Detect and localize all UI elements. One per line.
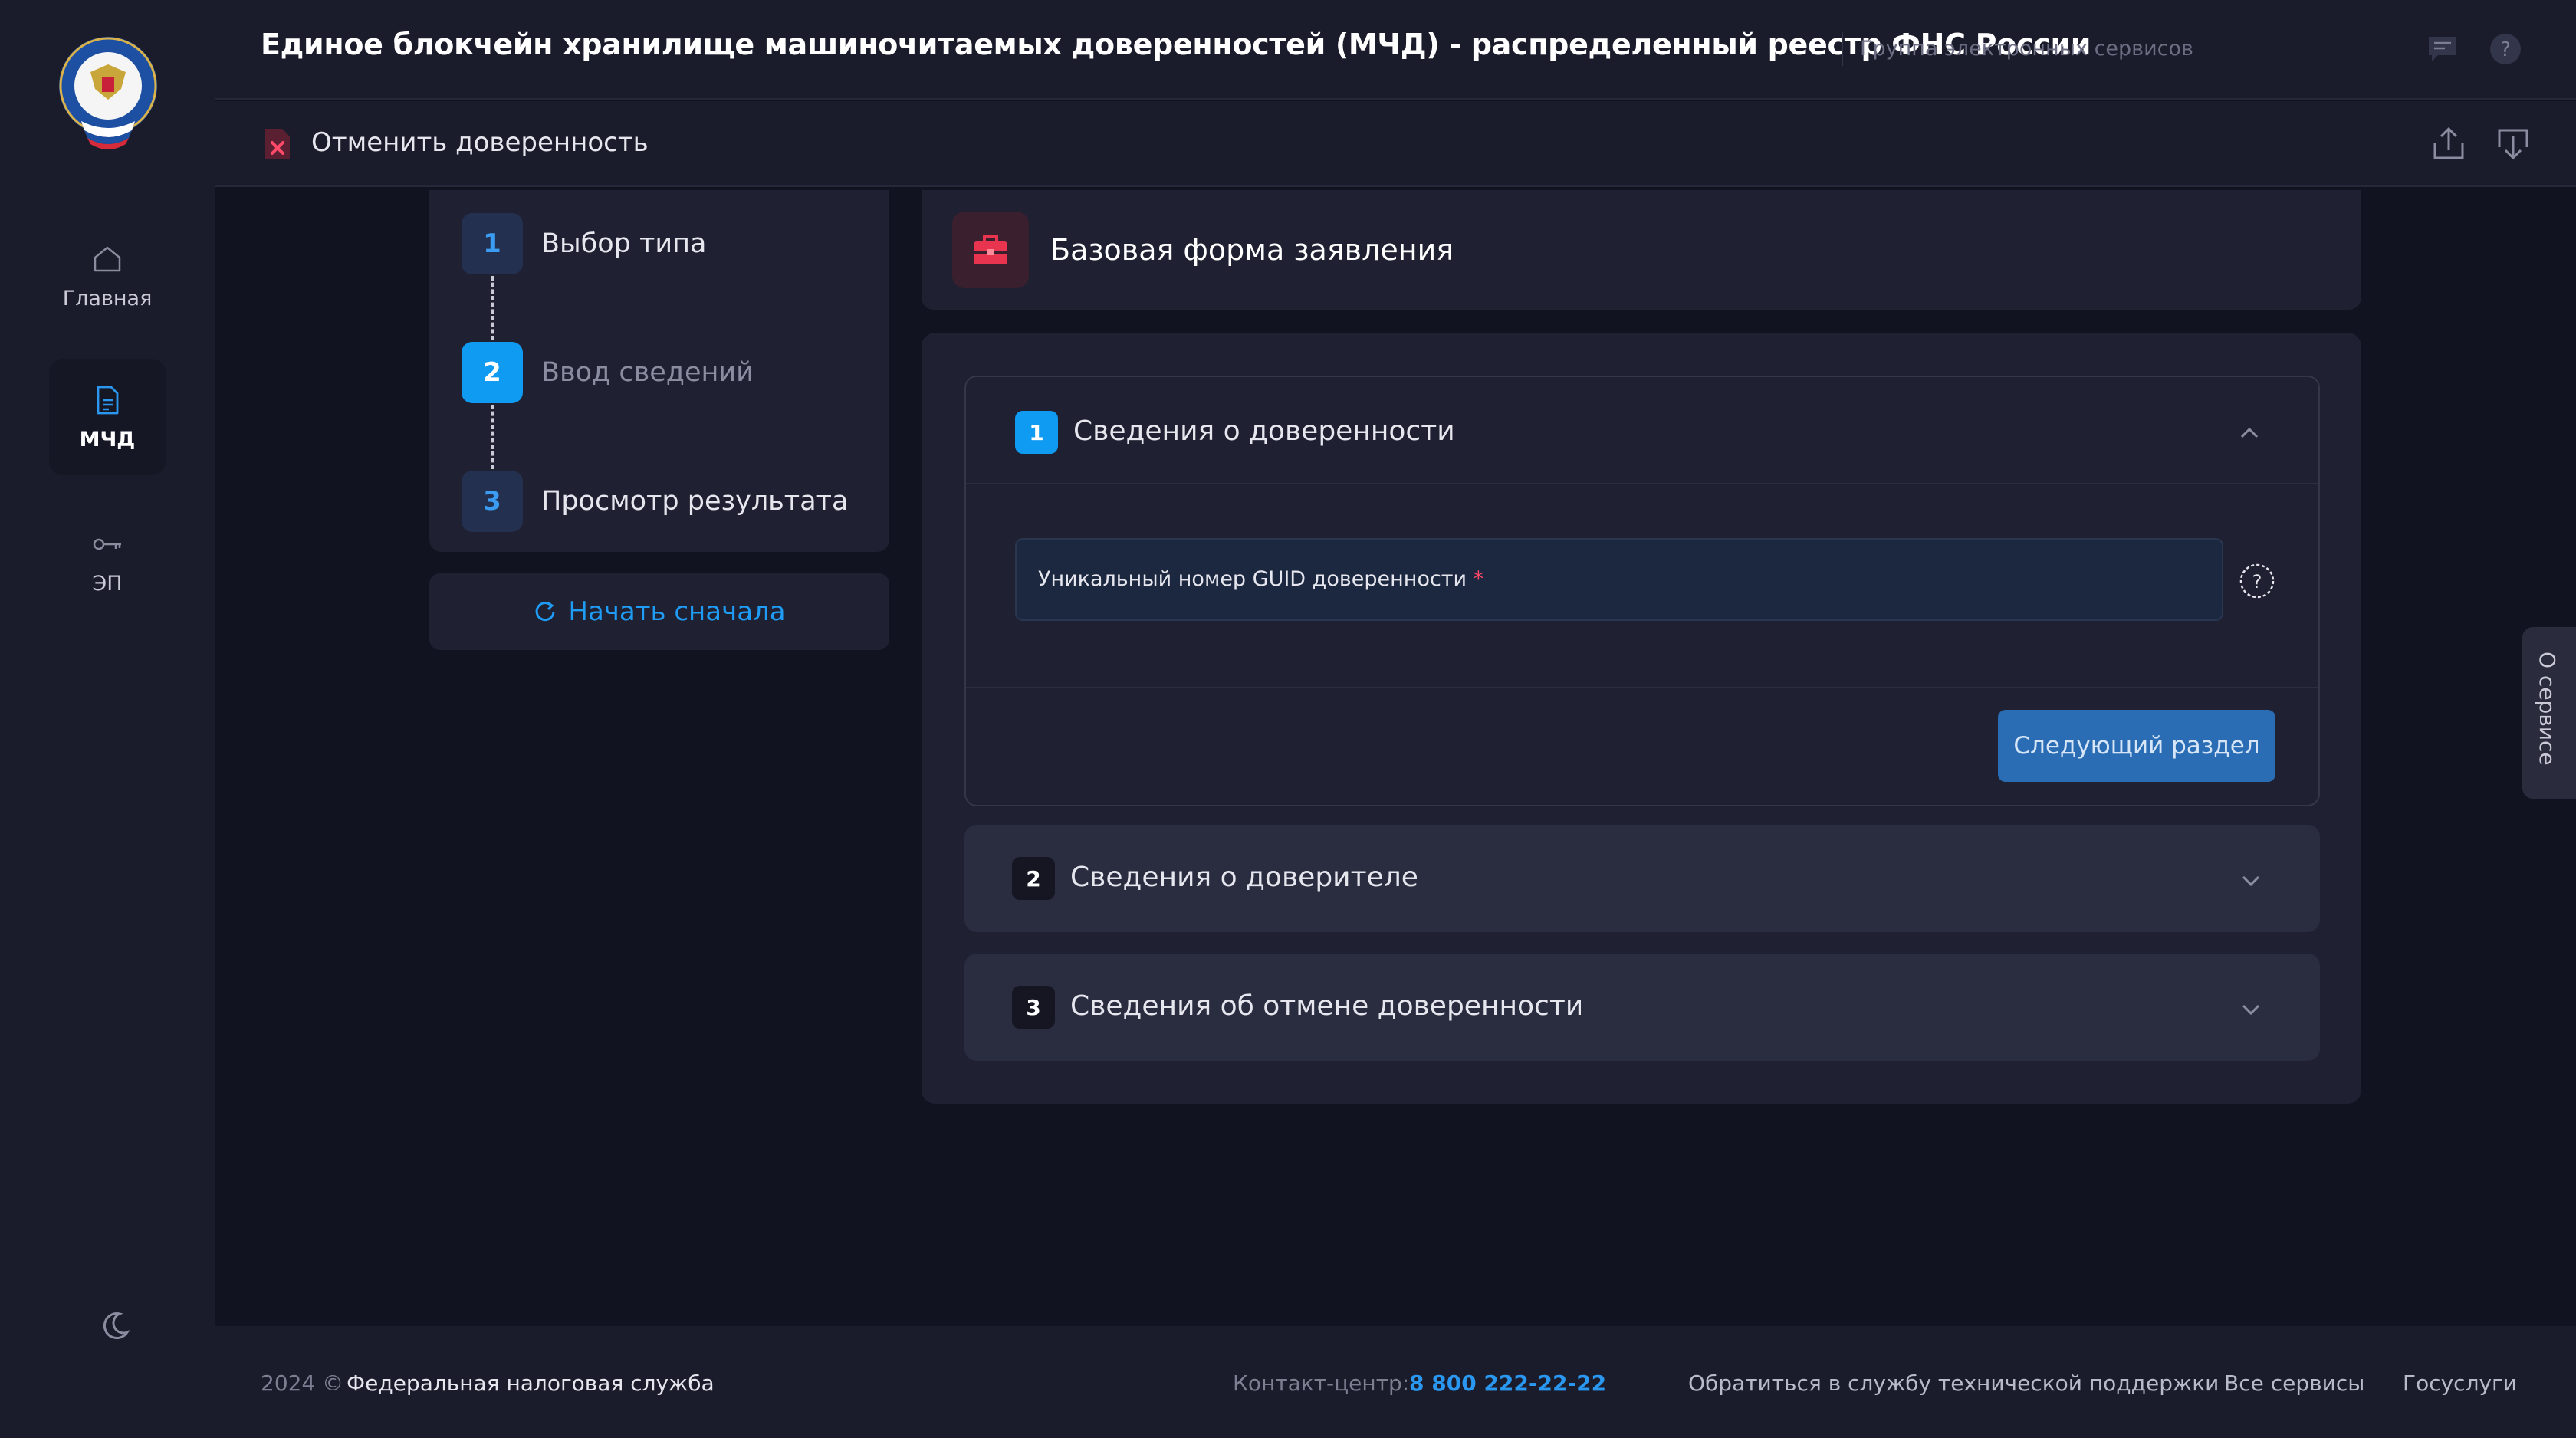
section-title: Сведения о доверенности [1073, 415, 1455, 447]
contact-label: Контакт-центр: [1233, 1371, 1410, 1396]
all-services-link[interactable]: Все сервисы [2224, 1371, 2364, 1396]
home-icon [94, 246, 121, 271]
restart-label: Начать сначала [568, 596, 786, 627]
section-number: 3 [1012, 986, 1055, 1029]
download-icon[interactable] [2493, 124, 2533, 164]
gosuslugi-link[interactable]: Госуслуги [2403, 1371, 2517, 1396]
step-connector [491, 405, 494, 469]
footer: 2024 © Федеральная налоговая служба Конт… [215, 1326, 2576, 1438]
about-service-label: О сервисе [2535, 652, 2560, 766]
page-title: Единое блокчейн хранилище машиночитаемых… [261, 28, 2091, 61]
cancel-document-icon [265, 129, 290, 159]
nav-item-label: Главная [62, 286, 153, 310]
fns-logo[interactable] [55, 35, 161, 149]
svg-text:?: ? [2252, 571, 2262, 593]
form-body: 1 Сведения о доверенности Уникальный ном… [922, 333, 2361, 1104]
header-subtitle[interactable]: Группа электронных сервисов [1860, 37, 2193, 61]
footer-year: 2024 © [261, 1371, 344, 1396]
chevron-up-icon[interactable] [2234, 417, 2265, 448]
step-1[interactable]: 1 Выбор типа [462, 213, 706, 274]
briefcase-icon [974, 235, 1007, 264]
step-number: 1 [462, 213, 523, 274]
about-service-tab[interactable]: О сервисе [2522, 627, 2576, 799]
toolbar-title: Отменить доверенность [311, 127, 649, 158]
page-toolbar: Отменить доверенность [215, 101, 2576, 187]
step-connector [491, 276, 494, 340]
contact-phone-link[interactable]: 8 800 222-22-22 [1409, 1371, 1606, 1396]
footer-org: Федеральная налоговая служба [347, 1371, 715, 1396]
theme-moon-icon[interactable] [97, 1308, 133, 1344]
section-principal-details[interactable]: 2 Сведения о доверителе [964, 825, 2320, 932]
step-2[interactable]: 2 Ввод сведений [462, 342, 754, 403]
stepper: 1 Выбор типа 2 Ввод сведений 3 Просмотр … [429, 190, 889, 552]
sidebar: Главная МЧД ЭП [0, 0, 215, 1438]
next-section-button[interactable]: Следующий раздел [1998, 710, 2275, 782]
section-title: Сведения об отмене доверенности [1070, 990, 1584, 1022]
nav-item-label: МЧД [79, 427, 136, 451]
nav-item-ep[interactable]: ЭП [49, 503, 166, 619]
section-number: 1 [1015, 411, 1058, 454]
support-link[interactable]: Обратиться в службу технической поддержк… [1688, 1371, 2219, 1396]
form-header: Базовая форма заявления [922, 190, 2361, 310]
document-icon [97, 386, 119, 414]
app-header: Единое блокчейн хранилище машиночитаемых… [215, 0, 2576, 100]
form-badge [952, 212, 1029, 288]
nav-item-mchd[interactable]: МЧД [49, 359, 166, 475]
refresh-icon [535, 601, 555, 622]
help-circle-icon[interactable]: ? [2239, 563, 2275, 599]
guid-input[interactable] [1017, 540, 2222, 619]
step-number: 3 [462, 471, 523, 532]
section-footer-divider [966, 687, 2318, 688]
upload-icon[interactable] [2429, 124, 2469, 164]
nav-item-label: ЭП [92, 571, 123, 596]
chevron-down-icon[interactable] [2236, 993, 2266, 1024]
key-icon [93, 538, 121, 550]
step-3[interactable]: 3 Просмотр результата [462, 471, 848, 532]
step-label: Выбор типа [541, 228, 707, 259]
section-title: Сведения о доверителе [1070, 862, 1418, 893]
form-title: Базовая форма заявления [1050, 233, 1454, 267]
chevron-down-icon[interactable] [2236, 865, 2266, 895]
step-label: Просмотр результата [541, 486, 849, 517]
nav-item-home[interactable]: Главная [49, 218, 166, 334]
svg-text:?: ? [2500, 38, 2511, 61]
step-label: Ввод сведений [541, 357, 754, 388]
section-number: 2 [1012, 857, 1055, 900]
section-poa-details: 1 Сведения о доверенности Уникальный ном… [964, 376, 2320, 806]
section-header[interactable]: 1 Сведения о доверенности [966, 377, 2318, 484]
help-icon[interactable]: ? [2487, 31, 2524, 67]
step-number: 2 [462, 342, 523, 403]
chat-icon[interactable] [2424, 31, 2461, 67]
title-divider [1842, 32, 1843, 66]
restart-button[interactable]: Начать сначала [429, 573, 889, 650]
section-revocation-details[interactable]: 3 Сведения об отмене доверенности [964, 954, 2320, 1061]
guid-field[interactable]: Уникальный номер GUID доверенности * [1015, 538, 2223, 621]
